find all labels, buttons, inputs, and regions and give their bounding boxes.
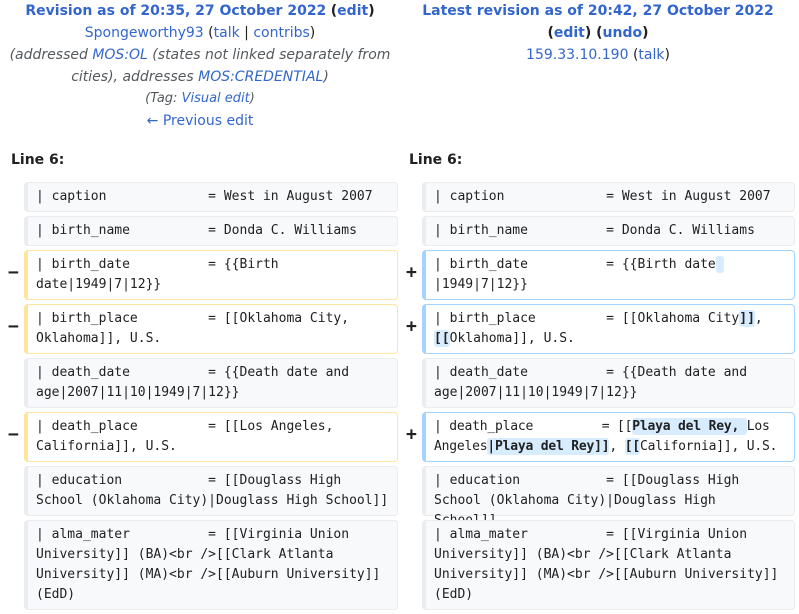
- inserted-text: [[: [434, 330, 450, 347]
- inserted-text: [715, 256, 724, 273]
- added-line-marker: +: [406, 424, 417, 445]
- deleted-line-marker: −: [8, 424, 19, 445]
- new-context-alma-mater: | alma_mater = [[Virginia Union Universi…: [422, 520, 795, 610]
- new-context-education: | education = [[Douglass High School (Ok…: [422, 466, 795, 528]
- old-line-number: Line 6:: [11, 152, 65, 168]
- previous-edit-link[interactable]: ← Previous edit: [147, 113, 254, 129]
- inserted-text: [[: [624, 438, 640, 455]
- new-revision-user-line: 159.33.10.190 (talk): [526, 47, 670, 63]
- old-revision-user-line: Spongeworthy93 (talk | contribs): [84, 25, 316, 41]
- new-revision-actions: (edit) (undo): [547, 25, 649, 41]
- visual-edit-tag-link[interactable]: Visual edit: [182, 91, 250, 106]
- mos-credential-link[interactable]: MOS:CREDENTIAL: [198, 69, 323, 85]
- new-context-birth-name: | birth_name = Donda C. Williams: [422, 216, 795, 246]
- old-deleted-birth-date: | birth_date = {{Birth date|1949|7|12}}: [24, 250, 398, 300]
- new-user-talk-link[interactable]: talk: [638, 47, 664, 63]
- deleted-line-marker: −: [8, 262, 19, 283]
- old-user-contribs-link[interactable]: contribs: [253, 25, 309, 41]
- deleted-line-marker: −: [8, 316, 19, 337]
- old-context-birth-name: | birth_name = Donda C. Williams: [24, 216, 398, 246]
- old-deleted-birth-place: | birth_place = [[Oklahoma City, Oklahom…: [24, 304, 398, 354]
- old-context-education: | education = [[Douglass High School (Ok…: [24, 466, 398, 516]
- new-edit-link[interactable]: edit: [554, 25, 585, 41]
- old-user-link[interactable]: Spongeworthy93: [85, 25, 204, 41]
- inserted-text: ]]: [739, 310, 755, 327]
- old-revision-title-link[interactable]: Revision as of 20:35, 27 October 2022: [25, 3, 326, 19]
- inserted-text: Playa del Rey,: [632, 418, 747, 435]
- new-added-death-place: | death_place = [[Playa del Rey, Los Ang…: [422, 412, 795, 462]
- old-edit-tags: (Tag: Visual edit): [145, 91, 255, 106]
- old-edit-summary: (addressed MOS:OL (states not linked sep…: [9, 47, 391, 85]
- old-deleted-death-place: | death_place = [[Los Angeles, Californi…: [24, 412, 398, 462]
- old-user-talk-link[interactable]: talk: [214, 25, 240, 41]
- new-user-link[interactable]: 159.33.10.190: [526, 47, 628, 63]
- new-context-death-date: | death_date = {{Death date and age|2007…: [422, 358, 795, 408]
- old-context-death-date: | death_date = {{Death date and age|2007…: [24, 358, 398, 408]
- inserted-text: |Playa del Rey]]: [487, 438, 610, 455]
- new-line-number: Line 6:: [409, 152, 463, 168]
- added-line-marker: +: [406, 262, 417, 283]
- undo-link[interactable]: undo: [603, 25, 643, 41]
- old-revision-header: Revision as of 20:35, 27 October 2022 (e…: [0, 0, 400, 132]
- old-revision-title-line: Revision as of 20:35, 27 October 2022 (e…: [25, 3, 375, 19]
- new-context-caption: | caption = West in August 2007: [422, 182, 795, 212]
- old-context-caption: | caption = West in August 2007: [24, 182, 398, 212]
- new-added-birth-place: | birth_place = [[Oklahoma City]], [[Okl…: [422, 304, 795, 354]
- new-revision-header: Latest revision as of 20:42, 27 October …: [398, 0, 798, 66]
- new-added-birth-date: | birth_date = {{Birth date |1949|7|12}}: [422, 250, 795, 300]
- new-revision-title-link[interactable]: Latest revision as of 20:42, 27 October …: [422, 3, 774, 19]
- mos-ol-link[interactable]: MOS:OL: [92, 47, 148, 63]
- old-edit-link[interactable]: edit: [337, 3, 368, 19]
- old-context-alma-mater: | alma_mater = [[Virginia Union Universi…: [24, 520, 398, 610]
- added-line-marker: +: [406, 316, 417, 337]
